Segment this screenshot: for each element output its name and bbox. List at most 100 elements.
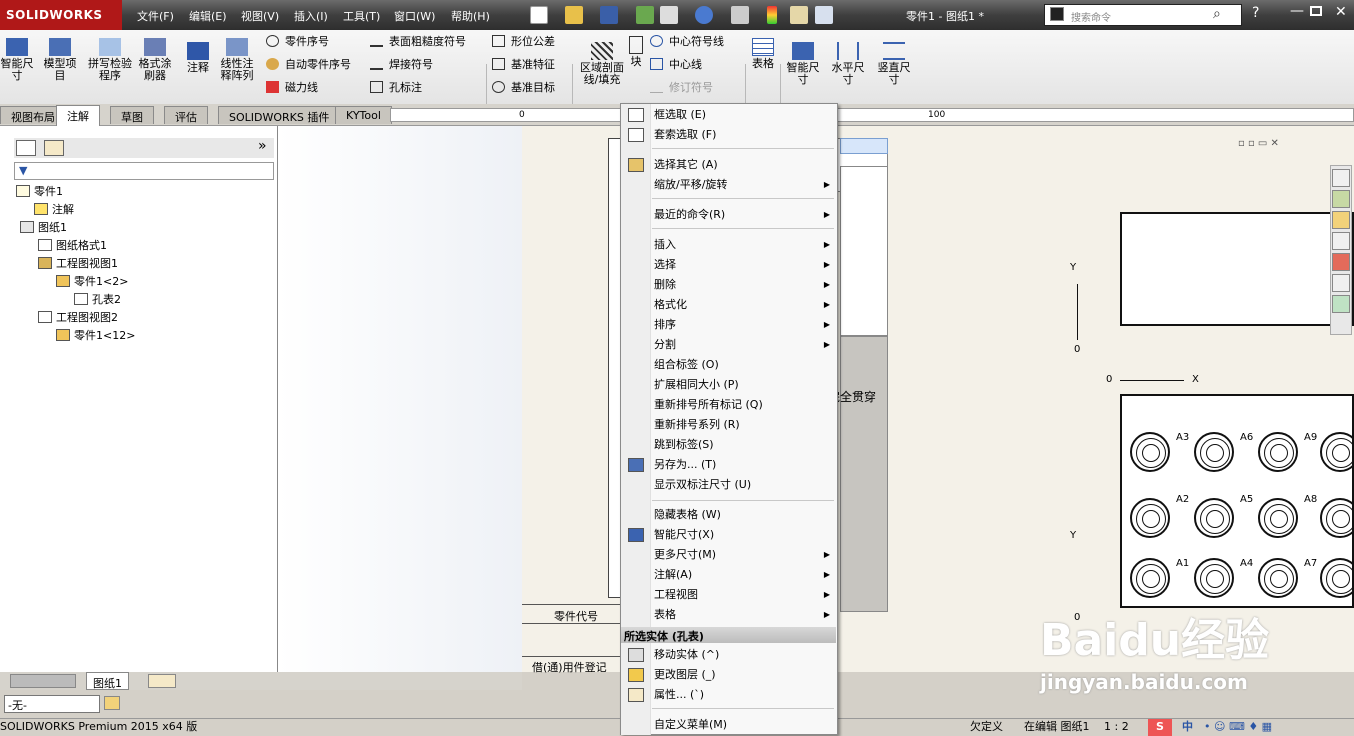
surface-finish-button[interactable]: 表面粗糙度符号 xyxy=(370,35,466,49)
hole-a12[interactable] xyxy=(1320,432,1354,472)
context-menu-item[interactable]: 自定义菜单(M) xyxy=(654,716,834,734)
auto-balloon-button[interactable]: 自动零件序号 xyxy=(266,58,351,72)
menu-window[interactable]: 窗口(W) xyxy=(394,8,435,24)
horizontal-dimension-button[interactable]: 水平尺寸 xyxy=(828,42,868,86)
ime-mode[interactable]: 中 xyxy=(1182,719,1193,735)
centerline-button[interactable]: 中心线 xyxy=(650,58,702,72)
context-menu-item[interactable]: 套索选取 (F) xyxy=(654,126,834,144)
menu-edit[interactable]: 编辑(E) xyxy=(189,8,227,24)
traffic-light-icon[interactable] xyxy=(767,6,777,24)
context-menu-item[interactable]: 删除 ▶ xyxy=(654,276,834,294)
solidworks-resources-icon[interactable] xyxy=(1332,169,1350,187)
note-button[interactable]: 注释 xyxy=(184,42,212,74)
tree-item-annotations[interactable]: 注解 xyxy=(34,203,74,217)
context-menu-item[interactable]: 工程视图 ▶ xyxy=(654,586,834,604)
design-library-icon[interactable] xyxy=(1332,190,1350,208)
smart-dimension-button-2[interactable]: 智能尺寸 xyxy=(783,42,823,86)
context-menu-item[interactable]: 更多尺寸(M) ▶ xyxy=(654,546,834,564)
menu-insert[interactable]: 插入(I) xyxy=(294,8,328,24)
format-painter-button[interactable]: 格式涂刷器 xyxy=(134,38,176,82)
options-icon[interactable] xyxy=(790,6,808,24)
search-icon[interactable]: ⌕ xyxy=(1213,6,1221,22)
spell-checker-button[interactable]: 拼写检验程序 xyxy=(88,38,132,82)
tree-item-drawing-view-1[interactable]: 工程图视图1 xyxy=(38,257,118,271)
viewport-window-controls[interactable]: ▫ ▫ ▭ ✕ xyxy=(1238,138,1348,152)
tree-item-drawing-view-2[interactable]: 工程图视图2 xyxy=(38,311,118,325)
rebuild-options-icon[interactable] xyxy=(636,6,654,24)
print-icon[interactable] xyxy=(660,6,678,24)
sheet-scroll-arrows[interactable] xyxy=(10,674,76,688)
menu-view[interactable]: 视图(V) xyxy=(241,8,279,24)
tree-item-sheet[interactable]: 图纸1 xyxy=(20,221,67,235)
tab-annotation[interactable]: 注解 xyxy=(56,105,100,126)
layer-select[interactable]: -无- xyxy=(4,695,100,713)
select-pointer-icon[interactable] xyxy=(731,6,749,24)
datum-target-button[interactable]: 基准目标 xyxy=(492,81,555,95)
file-explorer-icon[interactable] xyxy=(1332,211,1350,229)
center-mark-button[interactable]: 中心符号线 xyxy=(650,35,724,49)
context-menu-item[interactable]: 重新排号系列 (R) xyxy=(654,416,834,434)
context-menu-item[interactable]: 最近的命令(R) ▶ xyxy=(654,206,834,224)
context-menu-item[interactable]: 表格 ▶ xyxy=(654,606,834,624)
property-manager-tab-icon[interactable] xyxy=(44,140,64,156)
new-document-icon[interactable] xyxy=(530,6,548,24)
file-properties-icon[interactable] xyxy=(815,6,833,24)
menu-help[interactable]: 帮助(H) xyxy=(451,8,490,24)
hole-a10[interactable] xyxy=(1320,558,1354,598)
appearances-icon[interactable] xyxy=(1332,253,1350,271)
hole-a8[interactable] xyxy=(1258,498,1298,538)
tab-evaluate[interactable]: 评估 xyxy=(164,106,208,124)
hole-a11[interactable] xyxy=(1320,498,1354,538)
status-scale[interactable]: 1 : 2 xyxy=(1104,719,1129,735)
context-menu-item[interactable]: 格式化 ▶ xyxy=(654,296,834,314)
hole-a6[interactable] xyxy=(1194,432,1234,472)
hole-a7[interactable] xyxy=(1258,558,1298,598)
ime-toolbar-icons[interactable]: • ☺ ⌨ ♦ ▦ xyxy=(1204,719,1272,735)
tree-item-sheet-format[interactable]: 图纸格式1 xyxy=(38,239,107,253)
add-sheet-icon[interactable] xyxy=(148,674,176,688)
expand-panel-icon[interactable]: » xyxy=(258,138,267,154)
hole-a3[interactable] xyxy=(1130,432,1170,472)
context-menu-item[interactable]: 缩放/平移/旋转 ▶ xyxy=(654,176,834,194)
undo-icon[interactable] xyxy=(695,6,713,24)
restore-icon[interactable] xyxy=(1310,6,1322,16)
help-icon[interactable]: ? xyxy=(1252,5,1259,21)
hole-a4[interactable] xyxy=(1194,558,1234,598)
hole-a1[interactable] xyxy=(1130,558,1170,598)
context-menu-item[interactable]: 分割 ▶ xyxy=(654,336,834,354)
context-menu-item[interactable]: 注解(A) ▶ xyxy=(654,566,834,584)
minimize-icon[interactable]: — xyxy=(1290,3,1304,19)
magnetic-line-button[interactable]: 磁力线 xyxy=(266,81,318,95)
context-menu-item[interactable]: 更改图层 (_) xyxy=(654,666,834,684)
tree-item-part-2[interactable]: 零件1<2> xyxy=(56,275,128,289)
hole-a2[interactable] xyxy=(1130,498,1170,538)
open-folder-icon[interactable] xyxy=(565,6,583,24)
part-view-top[interactable] xyxy=(1120,212,1354,326)
context-menu-item[interactable]: 属性... (`) xyxy=(654,686,834,704)
custom-properties-icon[interactable] xyxy=(1332,274,1350,292)
save-icon[interactable] xyxy=(600,6,618,24)
context-menu-item[interactable]: 重新排号所有标记 (Q) xyxy=(654,396,834,414)
context-menu-item[interactable]: 组合标签 (O) xyxy=(654,356,834,374)
hole-a9[interactable] xyxy=(1258,432,1298,472)
linear-note-pattern-button[interactable]: 线性注释阵列 xyxy=(216,38,258,82)
menu-file[interactable]: 文件(F) xyxy=(137,8,174,24)
tab-sketch[interactable]: 草图 xyxy=(110,106,154,124)
area-hatch-button[interactable]: 区域剖面线/填充 xyxy=(578,42,626,86)
menu-tools[interactable]: 工具(T) xyxy=(343,8,380,24)
smart-dimension-button[interactable]: 智能尺寸 xyxy=(0,38,34,82)
tree-filter-input[interactable]: ▼ xyxy=(14,162,274,180)
block-button[interactable]: 块 xyxy=(627,36,645,68)
tree-item-hole-table[interactable]: 孔表2 xyxy=(74,293,121,307)
context-menu-item[interactable]: 排序 ▶ xyxy=(654,316,834,334)
context-menu-item[interactable]: 智能尺寸(X) xyxy=(654,526,834,544)
model-items-button[interactable]: 模型项目 xyxy=(40,38,80,82)
datum-feature-button[interactable]: 基准特征 xyxy=(492,58,555,72)
ime-logo-icon[interactable]: S xyxy=(1148,719,1172,736)
context-menu-item[interactable]: 隐藏表格 (W) xyxy=(654,506,834,524)
revision-symbol-button[interactable]: 修订符号 xyxy=(650,81,713,95)
selected-table-cell[interactable] xyxy=(840,138,888,154)
balloon-button[interactable]: 零件序号 xyxy=(266,35,329,49)
tab-kytool[interactable]: KYTool xyxy=(335,106,392,124)
context-menu-item[interactable]: 另存为... (T) xyxy=(654,456,834,474)
